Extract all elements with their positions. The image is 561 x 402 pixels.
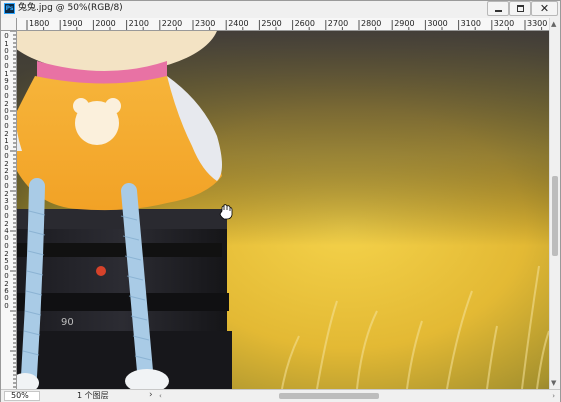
ruler-label: 2200 [161, 19, 183, 28]
ruler-digit: 0 [4, 302, 9, 310]
ruler-label: 2800 [361, 19, 382, 28]
ruler-digit: 0 [4, 122, 9, 130]
photoshop-document-window: Ps 兔兔.jpg @ 50%(RGB/8) ✕ 1800 1900 2000 210… [0, 0, 561, 402]
bunny-photo: 90 [17, 31, 549, 389]
scroll-down-icon[interactable]: ▼ [551, 379, 556, 387]
maximize-icon [517, 5, 524, 12]
horizontal-scroll-thumb[interactable] [279, 393, 379, 399]
ruler-digit: 0 [4, 234, 9, 242]
status-bar: 50% 1 个图层 › ‹ › [1, 389, 560, 402]
zoom-level-field[interactable]: 50% [4, 391, 40, 401]
ruler-digit: 0 [4, 114, 9, 122]
ruler-label: 1800 [29, 19, 50, 28]
status-menu-arrow-icon[interactable]: › [149, 390, 153, 401]
ruler-origin-corner[interactable] [1, 18, 17, 31]
ruler-digit: 0 [4, 294, 9, 302]
title-bar[interactable]: Ps 兔兔.jpg @ 50%(RGB/8) ✕ [1, 1, 560, 17]
photoshop-logo-icon: Ps [4, 3, 15, 14]
ruler-digit: 0 [4, 212, 9, 220]
ruler-digit: 0 [4, 92, 9, 100]
ruler-label: 2700 [327, 19, 349, 28]
document-title: 兔兔.jpg @ 50%(RGB/8) [18, 3, 123, 13]
ruler-digit: 0 [4, 264, 9, 272]
ruler-digit: 0 [4, 32, 9, 40]
svg-text:90: 90 [61, 317, 74, 328]
ruler-label: 3300 [527, 19, 548, 28]
minimize-button[interactable] [487, 1, 509, 16]
ruler-label: 2300 [195, 19, 216, 28]
ruler-digit: 0 [4, 62, 9, 70]
scroll-up-icon[interactable]: ▲ [551, 20, 556, 28]
close-icon: ✕ [539, 2, 550, 15]
minimize-icon [495, 10, 502, 12]
document-info-text: 1 个图层 [77, 391, 109, 400]
ruler-digit: 0 [4, 204, 9, 212]
horizontal-scrollbar[interactable]: ‹ › [159, 391, 559, 401]
ruler-label: 2600 [294, 19, 315, 28]
ruler-digit: 0 [4, 144, 9, 152]
close-button[interactable]: ✕ [531, 1, 558, 16]
ruler-digit: 0 [4, 272, 9, 280]
vertical-scroll-thumb[interactable] [552, 176, 558, 256]
maximize-button[interactable] [509, 1, 531, 16]
ruler-digit: 0 [4, 174, 9, 182]
scroll-right-icon[interactable]: › [552, 391, 555, 401]
ruler-label: 1900 [62, 19, 83, 28]
ruler-digit: 0 [4, 152, 9, 160]
ruler-digit: 0 [4, 84, 9, 92]
ruler-digit: 0 [4, 182, 9, 190]
ruler-label: 2500 [261, 19, 282, 28]
ruler-label: 2000 [95, 19, 116, 28]
ruler-label: 3200 [493, 19, 515, 28]
image-canvas[interactable]: 90 [17, 31, 549, 389]
ruler-digit: 0 [4, 54, 9, 62]
vertical-scrollbar[interactable]: ▲ ▼ [549, 18, 560, 389]
ruler-label: 2400 [228, 19, 249, 28]
scroll-left-icon[interactable]: ‹ [159, 391, 162, 401]
ruler-label: 3000 [427, 19, 448, 28]
horizontal-ruler[interactable]: 1800 1900 2000 2100 2200 2300 2400 2500 2600 2700… [17, 18, 549, 31]
vertical-ruler[interactable]: 0100019002000210022002300240025002600 [1, 31, 17, 389]
ruler-label: 3100 [460, 19, 481, 28]
ruler-digit: 0 [4, 242, 9, 250]
ruler-label: 2100 [128, 19, 149, 28]
ruler-label: 2900 [394, 19, 415, 28]
